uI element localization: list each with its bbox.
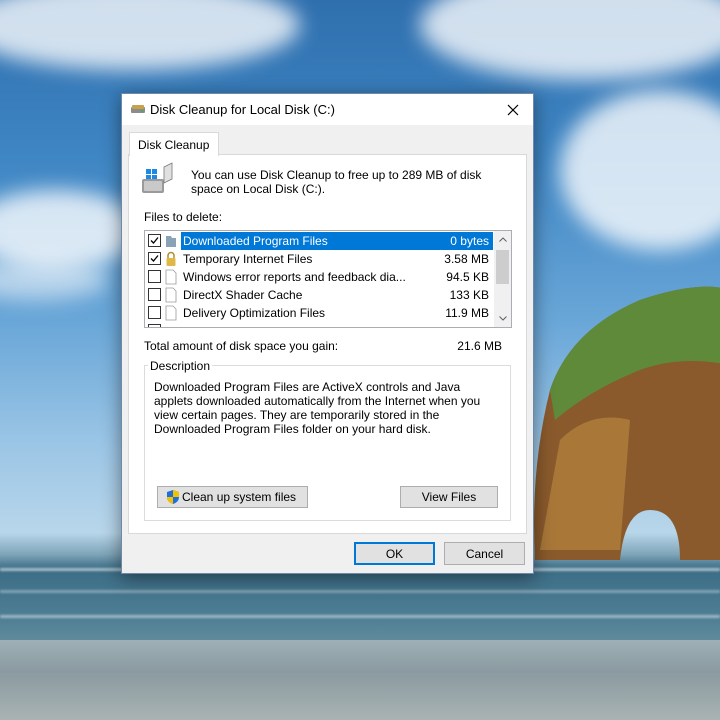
file-icon [165, 287, 177, 303]
list-item[interactable]: Temporary Internet Files 3.58 MB [145, 250, 493, 268]
disk-cleanup-large-icon [142, 162, 173, 193]
disk-cleanup-dialog: Disk Cleanup for Local Disk (C:) Disk Cl… [121, 93, 534, 574]
item-name: Downloaded Program Files [181, 232, 409, 250]
cloud [420, 0, 720, 80]
list-item[interactable]: DirectX Shader Cache 133 KB [145, 286, 493, 304]
tab-disk-cleanup[interactable]: Disk Cleanup [129, 132, 219, 156]
item-size: 133 KB [449, 288, 489, 302]
checkbox[interactable] [148, 306, 161, 319]
intro-text: You can use Disk Cleanup to free up to 2… [191, 168, 482, 196]
view-files-button[interactable]: View Files [400, 486, 498, 508]
button-label: OK [385, 546, 404, 561]
window-title: Disk Cleanup for Local Disk (C:) [150, 102, 335, 117]
button-label: Cancel [465, 546, 504, 561]
files-to-delete-label: Files to delete: [144, 210, 223, 224]
list-item[interactable]: Windows error reports and feedback dia..… [145, 268, 493, 286]
button-label: Clean up system files [182, 490, 297, 504]
item-size: 3.58 MB [444, 252, 489, 266]
chevron-up-icon [498, 237, 507, 242]
total-label: Total amount of disk space you gain: [144, 339, 339, 353]
description-text: Downloaded Program Files are ActiveX con… [154, 380, 481, 436]
lock-icon [166, 251, 176, 266]
scroll-down-button[interactable] [494, 310, 511, 327]
item-name: Delivery Optimization Files [183, 306, 326, 320]
item-size: 0 bytes [405, 232, 493, 250]
checkmark-icon [150, 255, 159, 262]
cloud [0, 0, 300, 70]
item-name: Windows error reports and feedback dia..… [183, 270, 406, 284]
cloud [0, 190, 140, 270]
files-list[interactable]: Downloaded Program Files 0 bytes Tempora… [144, 230, 512, 328]
disk-cleanup-icon [131, 105, 145, 113]
beach [0, 640, 720, 720]
wave [0, 590, 720, 593]
scroll-up-button[interactable] [494, 231, 511, 248]
clean-up-system-files-button[interactable]: Clean up system files [157, 486, 308, 508]
ok-button[interactable]: OK [354, 542, 435, 565]
list-item[interactable]: Downloaded Program Files 0 bytes [145, 232, 493, 250]
cancel-button[interactable]: Cancel [444, 542, 525, 565]
scroll-thumb[interactable] [496, 250, 509, 284]
rock-arch [534, 286, 720, 560]
total-value: 21.6 MB [457, 339, 502, 353]
checkbox[interactable] [148, 270, 161, 283]
list-item-partial[interactable] [145, 322, 493, 327]
description-legend: Description [148, 359, 213, 373]
checkbox[interactable] [148, 252, 161, 265]
cloud [0, 260, 110, 300]
vertical-scrollbar[interactable] [494, 231, 511, 327]
file-icon [165, 305, 177, 321]
item-size: 94.5 KB [446, 270, 489, 284]
list-item[interactable]: Delivery Optimization Files 11.9 MB [145, 304, 493, 322]
item-name: Temporary Internet Files [183, 252, 313, 266]
item-name: DirectX Shader Cache [183, 288, 303, 302]
cloud [560, 90, 720, 250]
uac-shield-icon [167, 490, 179, 504]
wave [0, 615, 720, 618]
folder-icon [166, 236, 176, 247]
file-icon [165, 269, 177, 285]
tab-label: Disk Cleanup [138, 138, 210, 152]
checkbox[interactable] [148, 324, 161, 327]
button-label: View Files [421, 490, 477, 504]
checkbox[interactable] [148, 234, 161, 247]
close-icon [507, 104, 519, 115]
checkmark-icon [150, 237, 159, 244]
chevron-down-icon [498, 316, 507, 321]
item-size: 11.9 MB [445, 306, 489, 320]
checkbox[interactable] [148, 288, 161, 301]
title-bar[interactable]: Disk Cleanup for Local Disk (C:) [122, 94, 533, 125]
close-button[interactable] [493, 94, 533, 125]
